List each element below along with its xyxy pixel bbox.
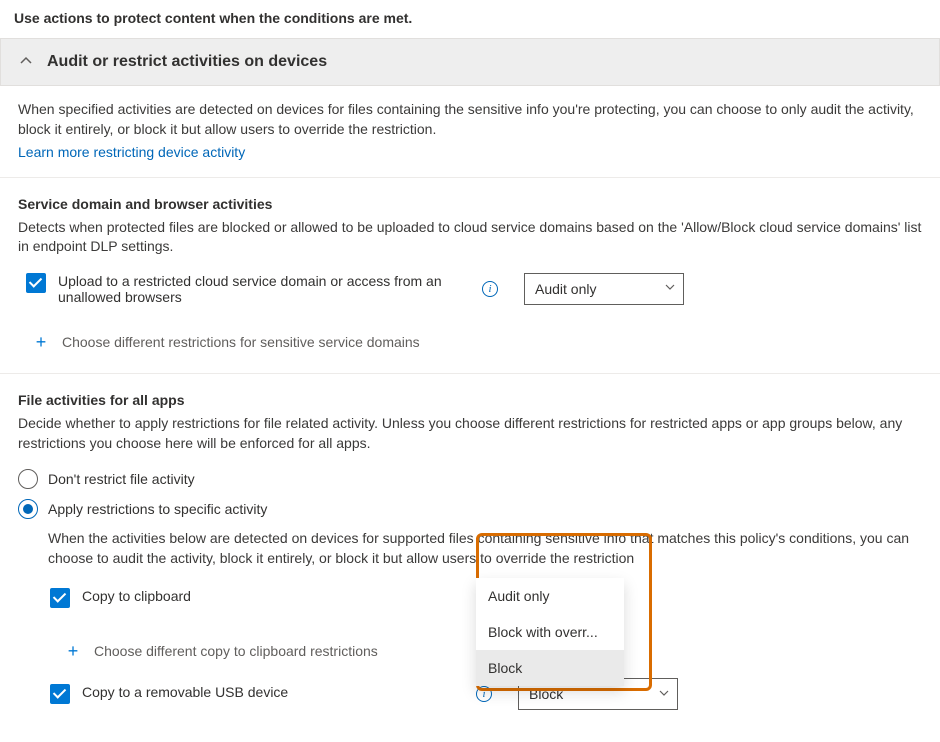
apply-restrictions-desc: When the activities below are detected o… <box>18 529 922 574</box>
copy-usb-label: Copy to a removable USB device <box>82 684 288 700</box>
upload-action-select[interactable]: Audit only <box>524 273 684 305</box>
upload-action-value: Audit only <box>535 281 596 297</box>
plus-icon: + <box>32 333 50 351</box>
file-activities-section: File activities for all apps Decide whet… <box>0 374 940 742</box>
service-domain-desc: Detects when protected files are blocked… <box>18 218 922 257</box>
dropdown-option-audit-only[interactable]: Audit only <box>476 578 624 614</box>
copy-clipboard-checkbox[interactable] <box>50 588 70 608</box>
learn-more-link[interactable]: Learn more restricting device activity <box>18 144 245 160</box>
accordion-header[interactable]: Audit or restrict activities on devices <box>0 38 940 86</box>
service-domain-section: Service domain and browser activities De… <box>0 178 940 374</box>
radio-dont-restrict[interactable]: Don't restrict file activity <box>18 469 922 489</box>
dropdown-option-block-override[interactable]: Block with overr... <box>476 614 624 650</box>
accordion-description-text: When specified activities are detected o… <box>18 100 922 139</box>
accordion-title: Audit or restrict activities on devices <box>47 53 327 71</box>
copy-usb-checkbox[interactable] <box>50 684 70 704</box>
activities-block: Copy to clipboard i + Choose different c… <box>18 588 922 710</box>
radio-dont-restrict-label: Don't restrict file activity <box>48 471 195 487</box>
file-activities-desc: Decide whether to apply restrictions for… <box>18 414 922 453</box>
radio-apply-restrictions-button[interactable] <box>18 499 38 519</box>
chevron-down-icon <box>659 688 669 701</box>
service-domain-title: Service domain and browser activities <box>18 196 922 212</box>
file-activities-title: File activities for all apps <box>18 392 922 408</box>
copy-clipboard-label: Copy to clipboard <box>82 588 191 604</box>
radio-apply-restrictions[interactable]: Apply restrictions to specific activity <box>18 499 922 519</box>
plus-icon: + <box>64 642 82 660</box>
upload-restricted-label: Upload to a restricted cloud service dom… <box>58 273 456 305</box>
upload-restricted-row: Upload to a restricted cloud service dom… <box>18 273 922 305</box>
page-intro: Use actions to protect content when the … <box>0 0 940 38</box>
dropdown-option-block[interactable]: Block <box>476 650 624 686</box>
upload-restricted-checkbox[interactable] <box>26 273 46 293</box>
accordion-description: When specified activities are detected o… <box>0 86 940 178</box>
radio-apply-restrictions-label: Apply restrictions to specific activity <box>48 501 267 517</box>
add-sensitive-domain-restrictions[interactable]: + Choose different restrictions for sens… <box>18 315 922 351</box>
chevron-up-icon <box>19 54 33 71</box>
info-icon[interactable]: i <box>482 281 498 297</box>
chevron-down-icon <box>665 282 675 295</box>
action-dropdown-menu[interactable]: Audit only Block with overr... Block <box>476 578 624 686</box>
radio-dont-restrict-button[interactable] <box>18 469 38 489</box>
add-sensitive-domain-label: Choose different restrictions for sensit… <box>62 334 420 350</box>
add-clipboard-restrictions-label: Choose different copy to clipboard restr… <box>94 643 378 659</box>
